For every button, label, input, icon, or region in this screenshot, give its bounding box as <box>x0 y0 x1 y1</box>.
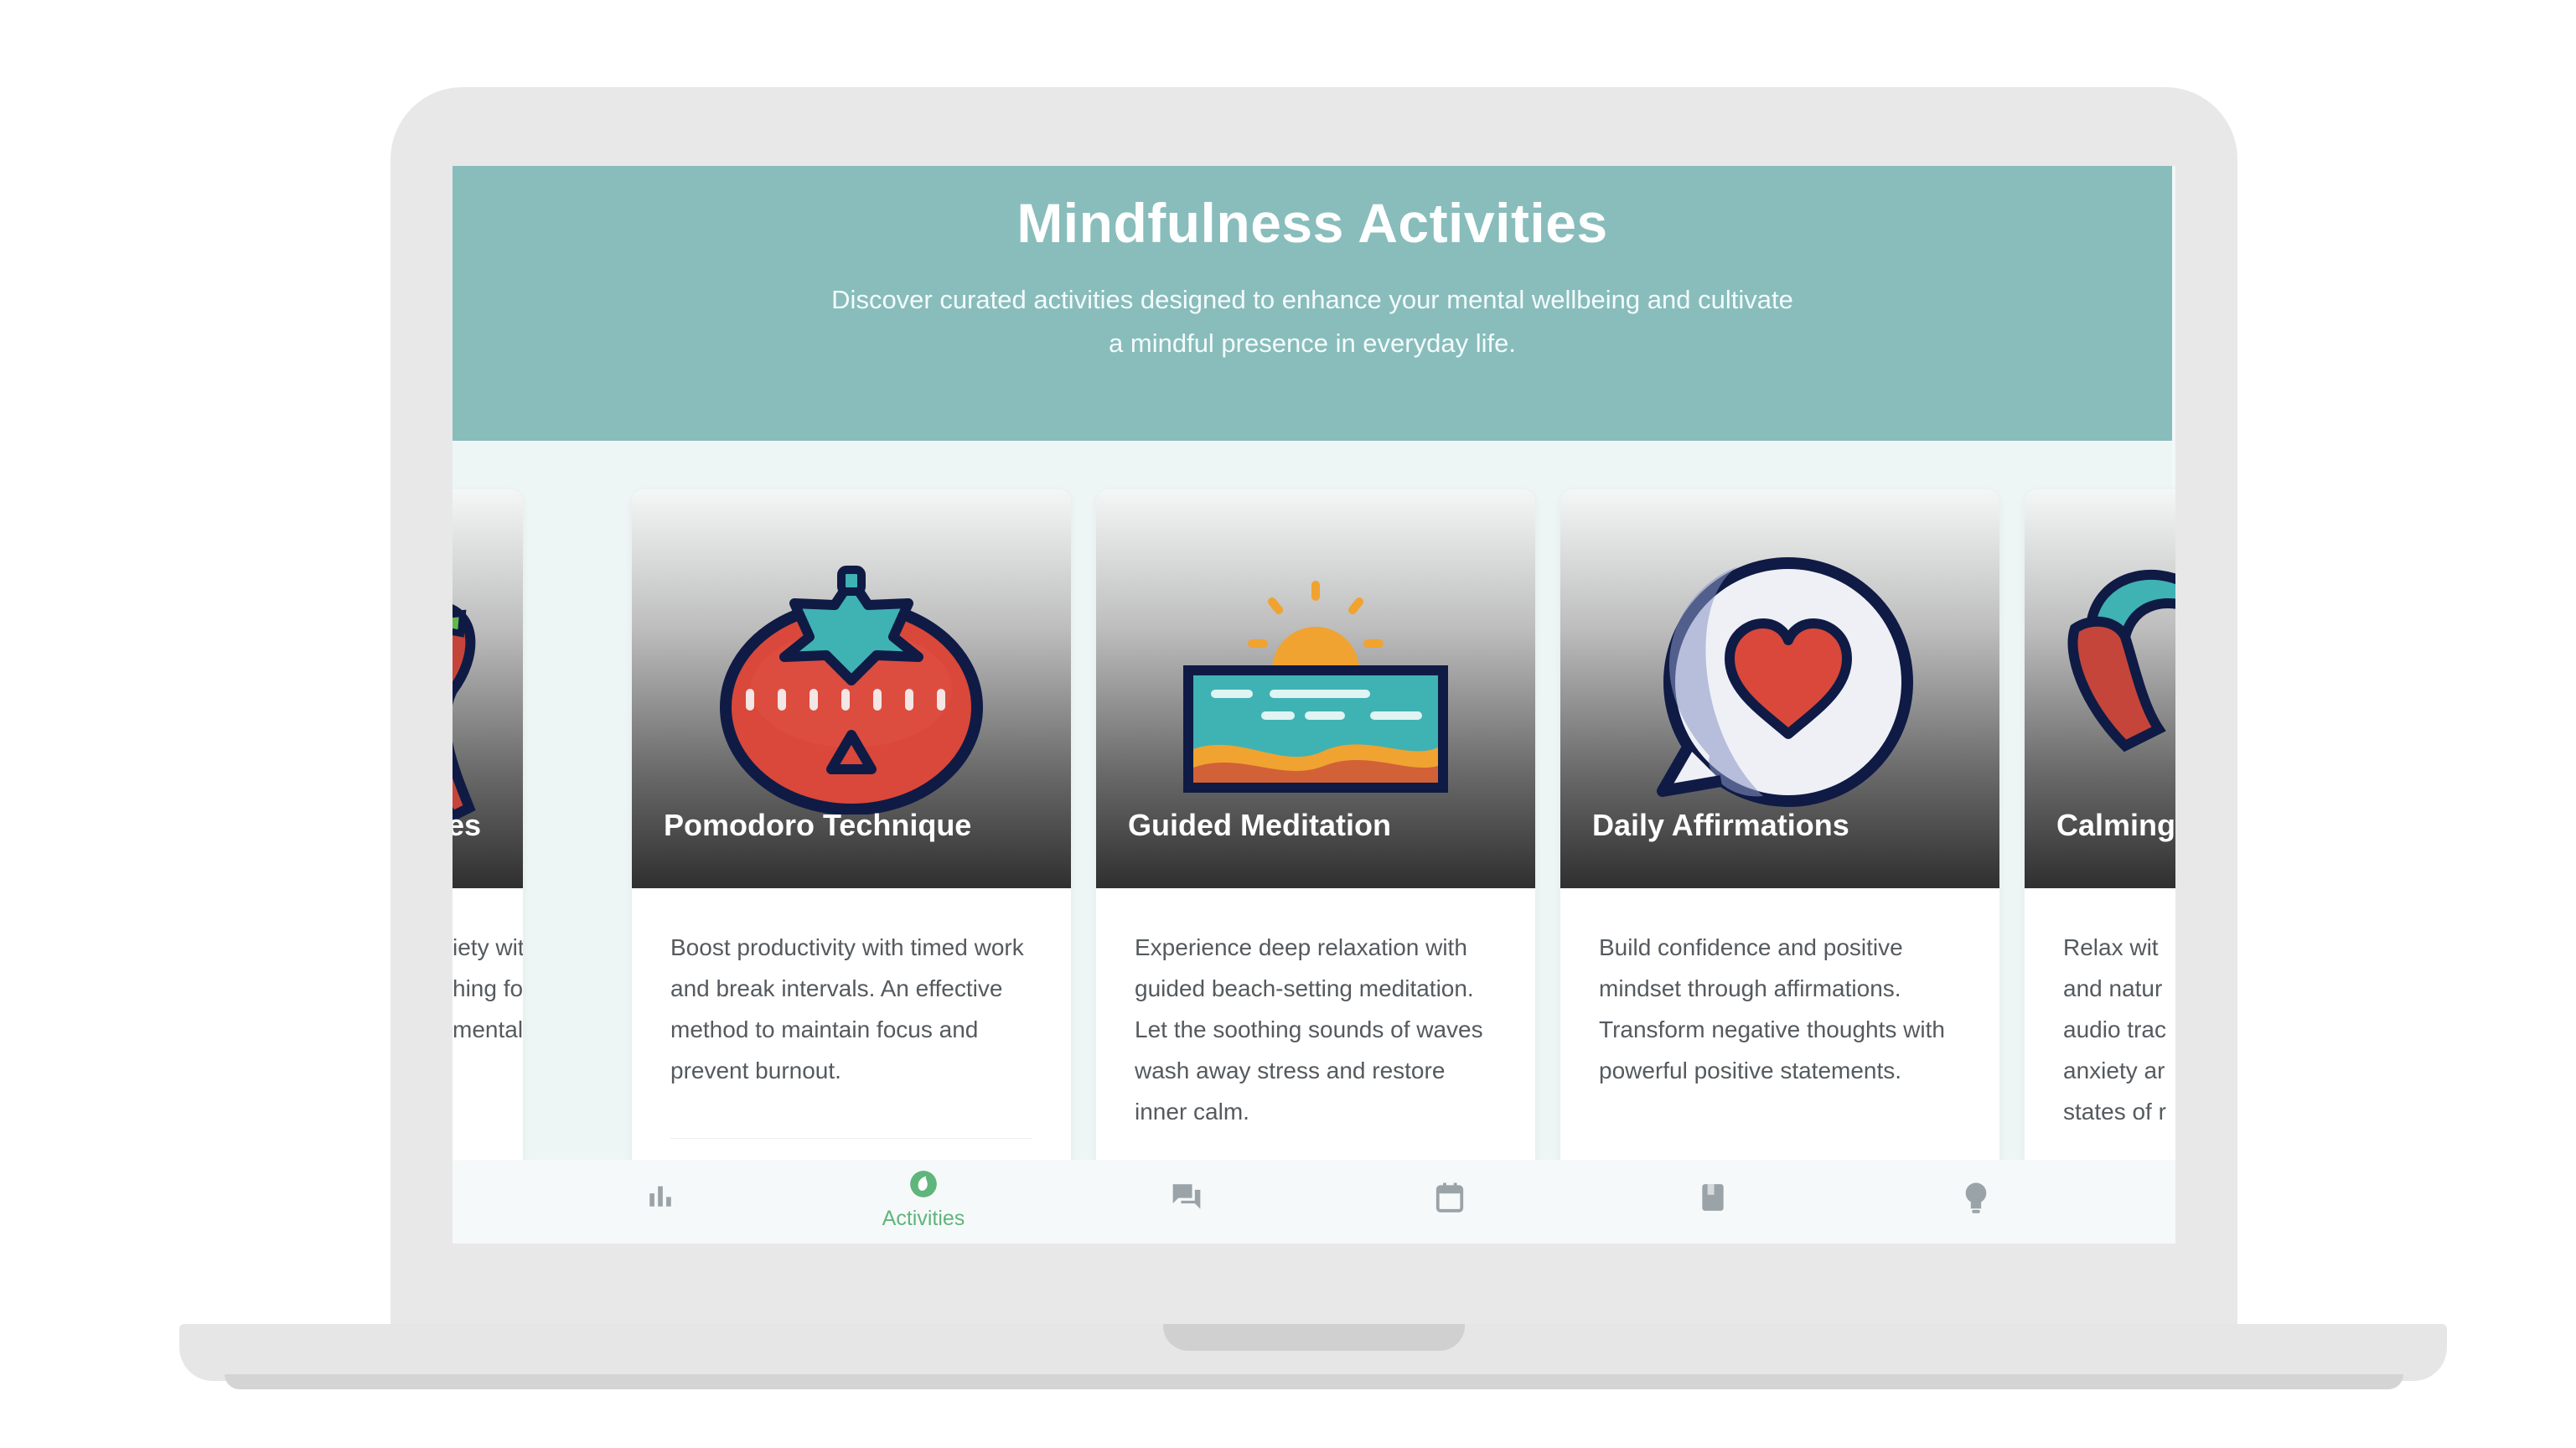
card-description: Build confidence and positive mindset th… <box>1599 934 1945 1083</box>
laptop-foot <box>225 1374 2403 1389</box>
activity-card[interactable]: es iety with niques. hing for nd mental <box>453 489 523 1185</box>
card-media: Guided Meditation <box>1096 489 1535 888</box>
card-title: Guided Meditation <box>1128 808 1391 842</box>
activity-card-affirmations[interactable]: Daily Affirmations Build confidence and … <box>1560 489 1999 1185</box>
tomato-timer-icon <box>720 566 983 814</box>
bottom-navigation: Activities <box>453 1160 2175 1244</box>
sunset-beach-icon <box>1183 581 1448 793</box>
heart-speech-bubble-icon <box>1657 557 1913 807</box>
nav-item-tips[interactable] <box>1909 1160 2043 1244</box>
card-media: Daily Affirmations <box>1560 489 1999 888</box>
card-title: Daily Affirmations <box>1592 808 1849 842</box>
card-media: Pomodoro Technique <box>632 489 1071 888</box>
activity-carousel[interactable]: es iety with niques. hing for nd mental <box>453 442 2175 1185</box>
activity-card-pomodoro[interactable]: Pomodoro Technique Boost productivity wi… <box>632 489 1071 1185</box>
card-description: Relax wit and natur audio trac anxiety a… <box>2063 934 2166 1125</box>
nav-item-activities[interactable]: Activities <box>856 1160 991 1244</box>
activities-icon <box>910 1171 937 1197</box>
page-header: Mindfulness Activities Discover curated … <box>453 166 2172 441</box>
nav-item-stats[interactable] <box>593 1160 727 1244</box>
calendar-icon <box>1435 1182 1464 1213</box>
page-subtitle: Discover curated activities designed to … <box>831 285 1793 358</box>
card-title: es <box>453 808 482 842</box>
card-media: es <box>453 489 523 888</box>
card-description: iety with niques. hing for nd mental <box>453 934 523 1042</box>
card-media: Calming <box>2025 489 2175 888</box>
card-divider <box>670 1138 1032 1139</box>
card-description: Experience deep relaxation with guided b… <box>1135 934 1483 1125</box>
activity-card-calming[interactable]: Calming Relax wit and natur audio trac a… <box>2025 489 2175 1185</box>
chat-icon <box>1172 1184 1201 1209</box>
page-title: Mindfulness Activities <box>1016 192 1608 254</box>
app-screen: Mindfulness Activities Discover curated … <box>453 166 2175 1244</box>
activity-card-meditation[interactable]: Guided Meditation Experience deep relaxa… <box>1096 489 1535 1185</box>
bar-chart-icon <box>649 1186 671 1207</box>
nav-label-activities: Activities <box>882 1207 965 1230</box>
nav-item-chat[interactable] <box>1120 1160 1254 1244</box>
laptop-notch <box>1163 1324 1465 1351</box>
headphones-icon <box>2067 570 2175 752</box>
nav-item-journal[interactable] <box>1646 1160 1780 1244</box>
lightbulb-icon <box>1965 1182 1987 1213</box>
nav-item-calendar[interactable] <box>1383 1160 1517 1244</box>
book-icon <box>1702 1184 1724 1211</box>
card-title: Pomodoro Technique <box>664 808 972 842</box>
card-title: Calming <box>2056 808 2175 842</box>
card-description: Boost productivity with timed work and b… <box>670 934 1024 1083</box>
